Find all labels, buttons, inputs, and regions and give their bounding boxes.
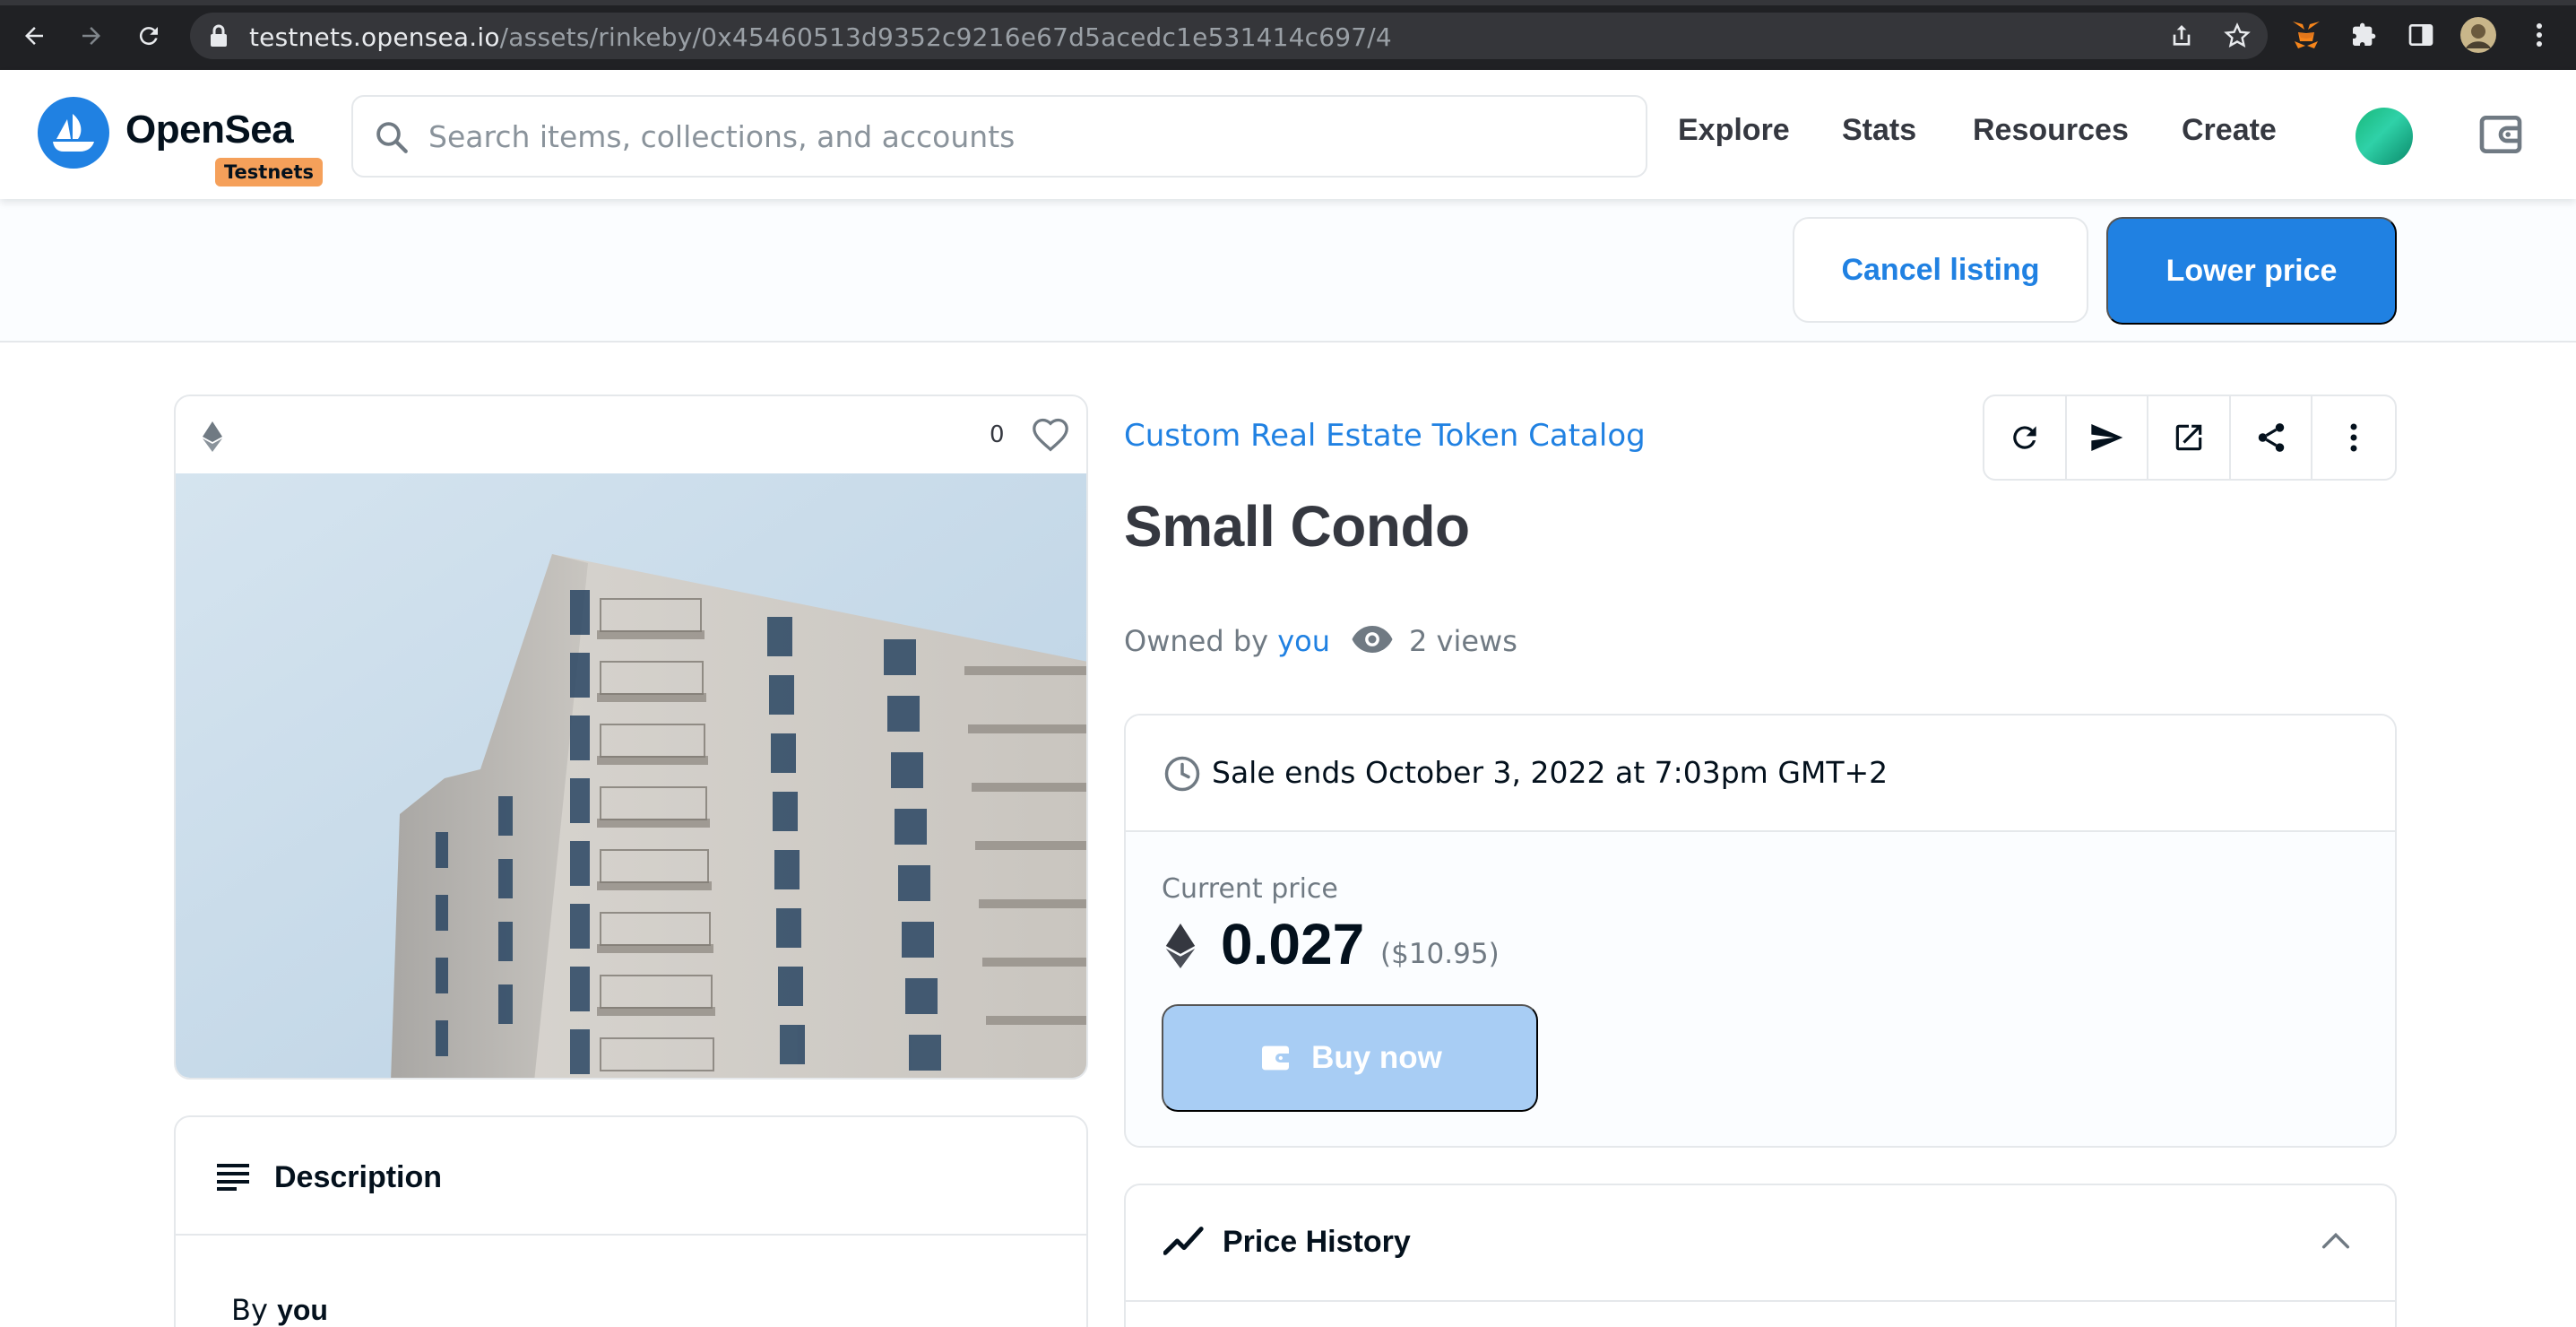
description-author: By you [231,1293,328,1327]
description-panel: Description By you [174,1115,1088,1327]
forward-icon[interactable] [73,18,109,54]
sale-panel: Sale ends October 3, 2022 at 7:03pm GMT+… [1124,714,2397,1148]
wallet-icon[interactable] [2476,109,2526,163]
external-link-icon [2175,424,2202,451]
asset-image[interactable] [176,473,1086,1078]
nav-explore[interactable]: Explore [1678,113,1790,148]
current-price-value: 0.027 [1221,912,1365,976]
bookmark-star-icon[interactable] [2223,22,2252,54]
nav-stats[interactable]: Stats [1842,113,1916,148]
more-options-button[interactable] [2312,396,2395,479]
share-icon [2258,423,2284,452]
owned-by-label: Owned by [1124,624,1269,658]
share-button[interactable] [2231,396,2313,479]
cancel-listing-button[interactable]: Cancel listing [1793,217,2088,323]
item-title: Small Condo [1124,494,1470,559]
search-icon [373,118,411,160]
opensea-logo-icon[interactable] [38,97,109,169]
chevron-up-icon[interactable] [2321,1232,2350,1253]
testnets-badge: Testnets [215,158,324,186]
lower-price-button[interactable]: Lower price [2106,217,2397,325]
browser-menu-icon[interactable] [2520,16,2558,54]
refresh-metadata-button[interactable] [1984,396,2067,479]
browser-chrome: testnets.opensea.io/assets/rinkeby/0x454… [0,0,2576,70]
buy-now-label: Buy now [1311,1040,1442,1075]
by-prefix: By [231,1293,268,1327]
transfer-button[interactable] [2067,396,2149,479]
account-avatar[interactable] [2356,108,2413,165]
ethereum-icon [203,421,222,455]
nav-resources[interactable]: Resources [1973,113,2129,148]
description-lines-icon [217,1164,249,1194]
asset-media-card: 0 [174,395,1088,1080]
search-input[interactable] [428,113,1612,160]
profile-avatar-icon[interactable] [2459,16,2497,54]
price-history-panel: Price History [1124,1184,2397,1327]
send-icon [2091,424,2123,451]
trend-line-icon [1163,1225,1205,1261]
usd-price: ($10.95) [1380,938,1500,970]
description-header[interactable]: Description [176,1117,1086,1236]
url-host: testnets.opensea.io [249,22,500,52]
heart-icon[interactable] [1031,416,1070,455]
media-toolbar: 0 [176,396,1086,473]
favorites-count: 0 [990,421,1005,448]
url-text[interactable]: testnets.opensea.io/assets/rinkeby/0x454… [249,22,1392,52]
current-price-label: Current price [1162,873,1338,905]
nav-create[interactable]: Create [2182,113,2277,148]
eye-icon [1352,626,1393,656]
price-history-title: Price History [1223,1225,1411,1259]
listing-action-bar: Cancel listing Lower price [0,199,2576,343]
price-history-header[interactable]: Price History [1126,1185,2395,1302]
owner-link[interactable]: you [1277,624,1330,658]
url-path: /assets/rinkeby/0x45460513d9352c9216e67d… [499,22,1392,52]
search-bar[interactable] [351,95,1647,178]
metamask-extension-icon[interactable] [2287,16,2325,54]
kebab-menu-icon [2350,423,2357,452]
address-bar[interactable]: testnets.opensea.io/assets/rinkeby/0x454… [190,13,2268,59]
tab-strip [0,0,2576,5]
wallet-buy-icon [1262,1045,1290,1071]
sale-timer-header: Sale ends October 3, 2022 at 7:03pm GMT+… [1126,716,2395,832]
sale-end-date: Sale ends October 3, 2022 at 7:03pm GMT+… [1212,755,1889,790]
reload-icon[interactable] [131,18,167,54]
brand-name[interactable]: OpenSea [125,108,294,152]
refresh-icon [2013,426,2036,449]
extensions-puzzle-icon[interactable] [2345,16,2382,54]
site-header: OpenSea Testnets Explore Stats Resources… [0,70,2576,199]
collection-link[interactable]: Custom Real Estate Token Catalog [1124,418,1646,454]
side-panel-icon[interactable] [2402,16,2440,54]
author-link[interactable]: you [277,1294,328,1326]
description-title: Description [274,1160,443,1194]
view-external-button[interactable] [2148,396,2231,479]
share-page-icon[interactable] [2167,22,2196,54]
lock-icon[interactable] [208,23,229,52]
back-icon[interactable] [16,18,52,54]
asset-toolbar [1983,395,2397,481]
clock-icon [1163,755,1201,796]
ethereum-price-icon [1165,924,1196,972]
buy-now-button[interactable]: Buy now [1162,1004,1538,1112]
view-count: 2 views [1409,624,1517,658]
owner-line: Owned by you [1124,624,1330,658]
